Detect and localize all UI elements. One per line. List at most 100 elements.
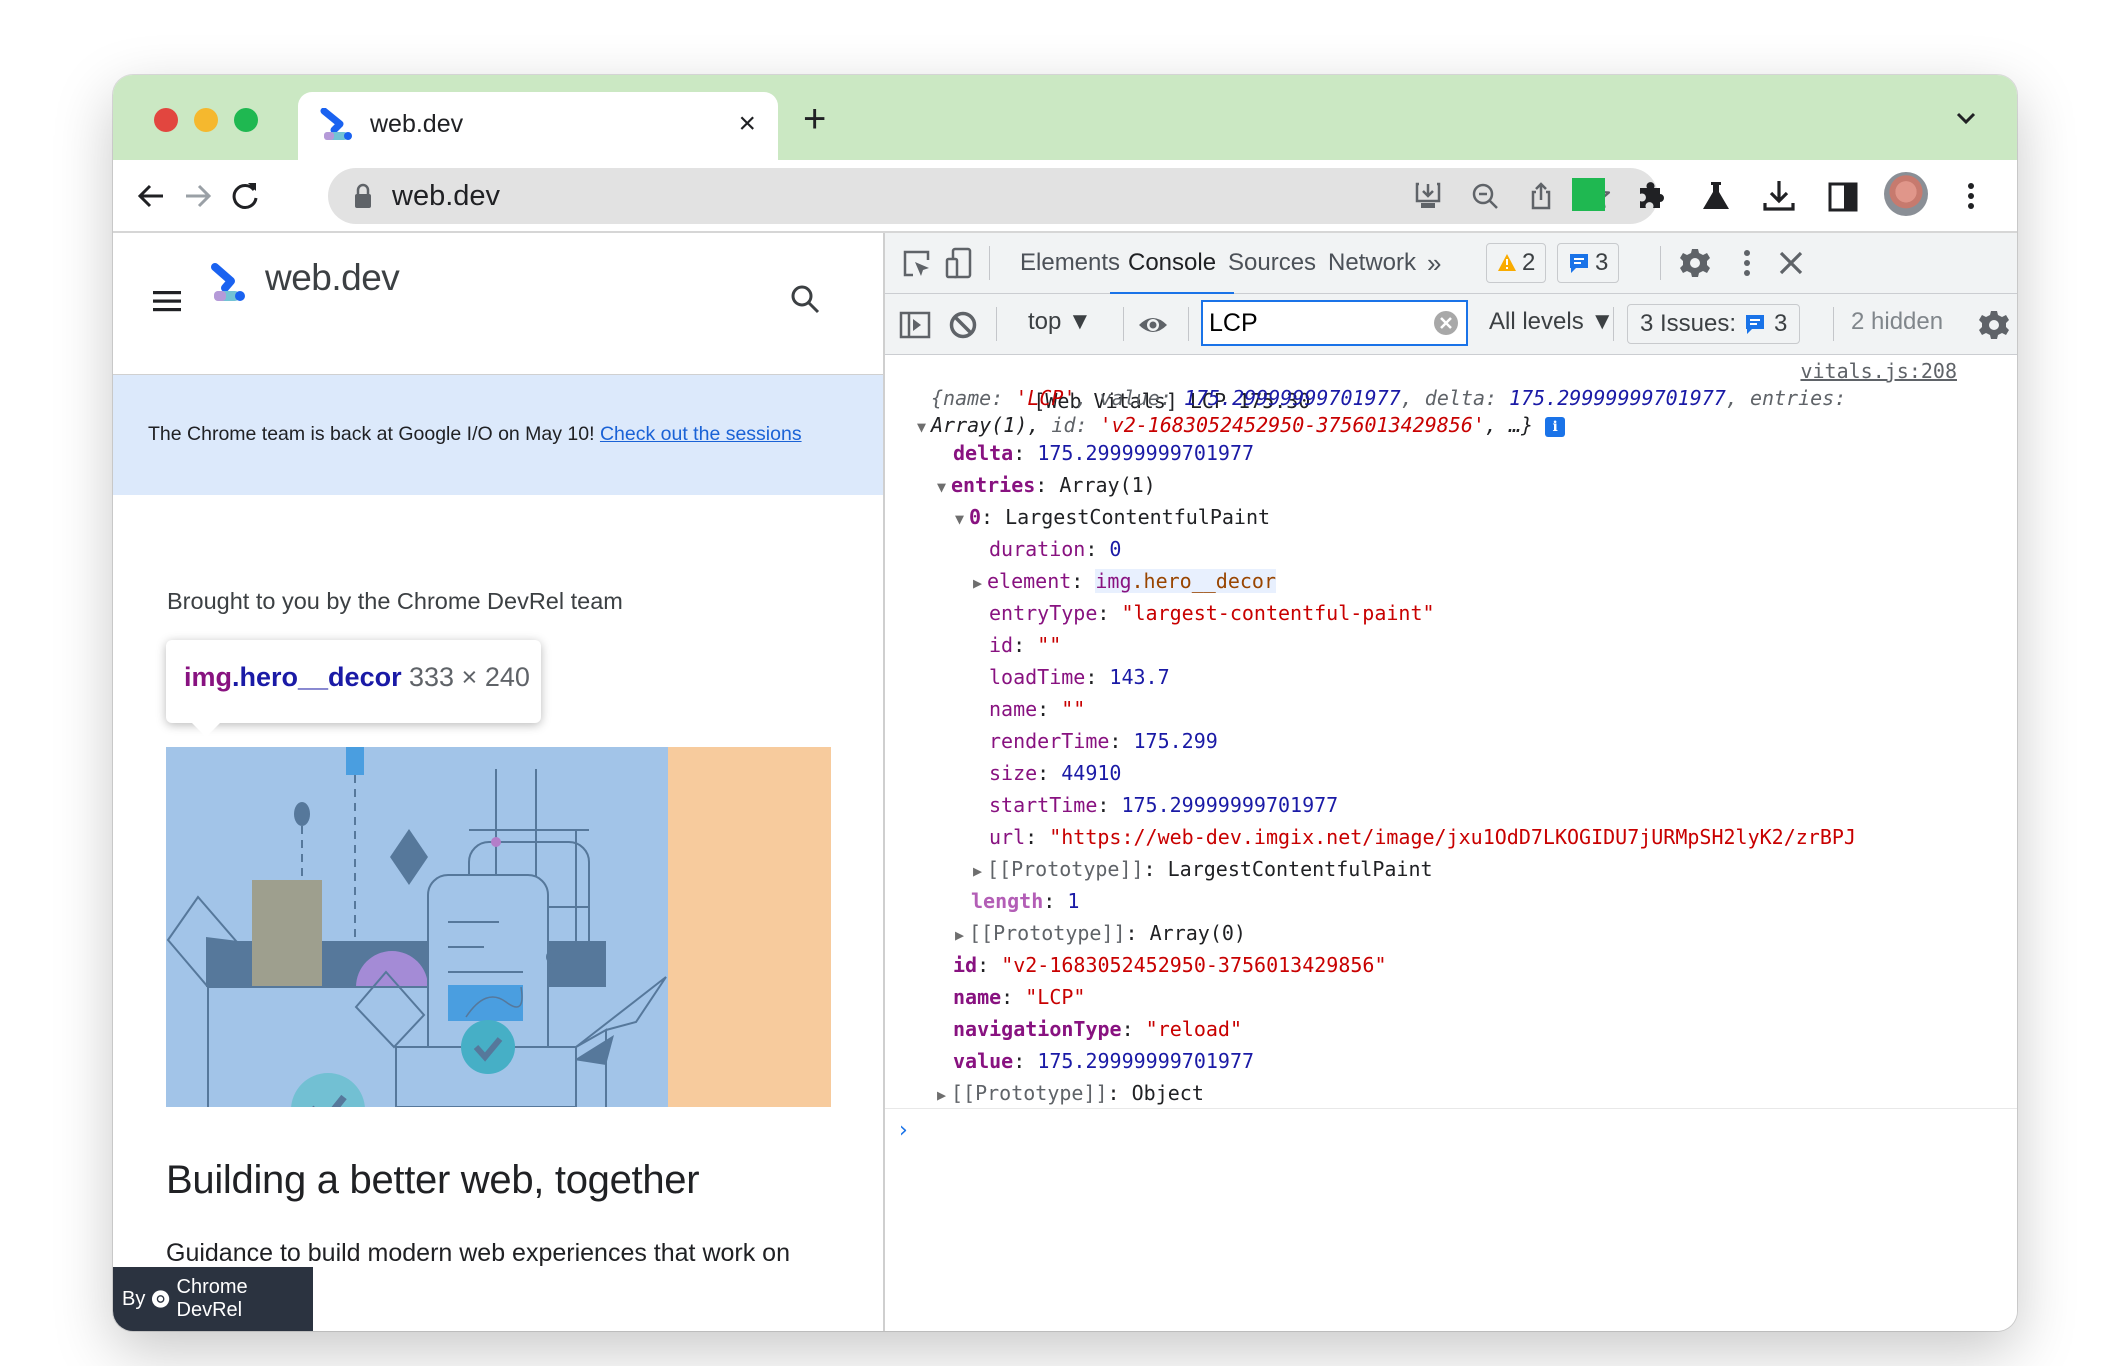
sessions-link[interactable]: Check out the sessions [600, 423, 802, 445]
browser-toolbar: web.dev [113, 160, 2017, 233]
tab-web-dev[interactable]: web.dev × [298, 92, 778, 160]
expand-triangle-icon[interactable]: ▶ [973, 856, 987, 886]
expand-triangle-icon[interactable]: ▼ [955, 504, 969, 534]
hero-headline: Building a better web, together [166, 1158, 700, 1202]
prop-top-id: id: "v2-1683052452950-3756013429856" [953, 953, 1387, 977]
downloads-icon[interactable] [1759, 176, 1799, 216]
issues-button[interactable]: 3 Issues: 3 [1627, 304, 1801, 344]
source-link[interactable]: vitals.js:208 [1800, 356, 1957, 386]
toolbar-divider [1123, 307, 1124, 341]
settings-gear-icon[interactable] [1679, 247, 1711, 279]
summary-key: value [1099, 386, 1160, 410]
prop-entrytype: entryType: "largest-contentful-paint" [989, 601, 1435, 625]
clear-console-icon[interactable] [947, 309, 979, 341]
toolbar-divider [1833, 307, 1834, 341]
warnings-count: 2 [1522, 249, 1536, 276]
info-icon[interactable]: i [1545, 416, 1566, 437]
labs-flask-icon[interactable] [1696, 176, 1736, 216]
close-devtools-icon[interactable] [1775, 247, 1807, 279]
console-divider [885, 1108, 2017, 1109]
element-node-link[interactable]: img.hero__decor [1095, 569, 1277, 593]
prop-loadtime: loadTime: 143.7 [989, 665, 1170, 689]
summary-key: entries [1749, 386, 1835, 410]
tab-network[interactable]: Network [1328, 233, 1416, 294]
prop-entry-prototype[interactable]: ▶ [[Prototype]]: LargestContentfulPaint [973, 854, 1433, 884]
site-header: web.dev [113, 233, 883, 375]
log-levels-dropdown[interactable]: All levels ▼ [1489, 308, 1614, 336]
extensions-puzzle-icon[interactable] [1632, 176, 1672, 216]
tab-close-icon[interactable]: × [738, 106, 756, 142]
install-app-icon[interactable] [1413, 181, 1443, 211]
share-icon[interactable] [1526, 181, 1556, 211]
console-prompt[interactable]: › [899, 1118, 908, 1143]
extension-green-icon[interactable] [1572, 178, 1605, 211]
summary-tail: , …} [1484, 413, 1534, 437]
tab-search-chevron-icon[interactable] [1951, 103, 1981, 133]
summary-value: Array(1) [931, 413, 1028, 437]
toolbar-divider [1660, 246, 1661, 280]
warnings-counter[interactable]: 2 [1486, 243, 1547, 283]
banner-text: The Chrome team is back at Google I/O on… [148, 423, 802, 446]
zoom-window-button[interactable] [234, 108, 258, 132]
devtools-panel: Elements Console Sources Network » 2 3 t… [883, 233, 2017, 1331]
console-filter-field[interactable] [1201, 300, 1468, 346]
minimize-window-button[interactable] [194, 108, 218, 132]
issues-count: 3 [1774, 310, 1788, 337]
new-tab-button[interactable]: + [803, 99, 826, 139]
search-icon[interactable] [789, 283, 821, 315]
tab-sources[interactable]: Sources [1228, 233, 1316, 294]
prop-element[interactable]: ▶ element: img.hero__decor [973, 566, 1277, 598]
prop-entries[interactable]: ▼ entries: Array(1) [937, 470, 1156, 500]
site-name[interactable]: web.dev [265, 257, 400, 299]
more-tabs-chevron-icon[interactable]: » [1427, 233, 1441, 294]
prop-array-prototype[interactable]: ▶ [[Prototype]]: Array(0) [955, 918, 1246, 948]
url-text[interactable]: web.dev [392, 180, 500, 213]
expand-triangle-icon[interactable]: ▼ [917, 412, 931, 442]
address-bar[interactable]: web.dev [328, 168, 1658, 224]
expand-triangle-icon[interactable]: ▶ [937, 1080, 951, 1110]
tooltip-class: .hero__decor [232, 662, 402, 692]
prop-name: name: "" [989, 697, 1086, 721]
console-output: [Web Vitals] LCP 175.30 vitals.js:208 {n… [885, 356, 2017, 1331]
console-filter-input[interactable] [1209, 306, 1429, 340]
prop-duration: duration: 0 [989, 537, 1122, 561]
hamburger-menu-icon[interactable] [153, 290, 181, 312]
messages-count: 3 [1595, 249, 1609, 276]
object-summary-line-1[interactable]: {name: 'LCP', value: 175.29999999701977,… [917, 383, 1846, 413]
credit-badge[interactable]: By Chrome DevRel [113, 1267, 313, 1331]
element-inspect-tooltip: img.hero__decor 333 × 240 [166, 640, 541, 737]
forward-icon[interactable] [180, 178, 216, 214]
prop-rendertime: renderTime: 175.299 [989, 729, 1218, 753]
reload-icon[interactable] [227, 178, 263, 214]
messages-counter[interactable]: 3 [1557, 243, 1620, 283]
device-toolbar-icon[interactable] [943, 247, 975, 279]
entry-0[interactable]: ▼ 0: LargestContentfulPaint [955, 502, 1270, 532]
summary-value: 'v2-1683052452950-3756013429856' [1099, 413, 1485, 437]
context-selector[interactable]: top ▼ [1028, 308, 1092, 336]
prop-object-prototype[interactable]: ▶ [[Prototype]]: Object [937, 1078, 1204, 1108]
hero-image[interactable] [166, 747, 831, 1107]
tab-console[interactable]: Console [1109, 233, 1235, 295]
console-settings-gear-icon[interactable] [1978, 309, 2010, 341]
prop-size: size: 44910 [989, 761, 1122, 785]
expand-triangle-icon[interactable]: ▶ [973, 568, 987, 598]
devtools-menu-kebab-icon[interactable] [1731, 247, 1763, 279]
expand-triangle-icon[interactable]: ▼ [937, 472, 951, 502]
menu-kebab-icon[interactable] [1951, 176, 1991, 216]
object-summary-line-2[interactable]: ▼ Array(1), id: 'v2-1683052452950-3756013… [917, 410, 1566, 442]
live-expression-eye-icon[interactable] [1137, 309, 1169, 341]
browser-window: web.dev × + web.dev web.dev The Chrome t… [113, 75, 2017, 1331]
zoom-out-icon[interactable] [1470, 181, 1500, 211]
clear-filter-icon[interactable] [1433, 310, 1459, 336]
inspect-element-icon[interactable] [901, 248, 933, 280]
expand-triangle-icon[interactable]: ▶ [955, 920, 969, 950]
close-window-button[interactable] [154, 108, 178, 132]
lock-icon[interactable] [352, 183, 374, 209]
profile-avatar[interactable] [1884, 172, 1928, 216]
tab-elements[interactable]: Elements [1020, 233, 1120, 294]
webdev-logo-icon[interactable] [210, 263, 246, 303]
show-sidebar-icon[interactable] [899, 309, 931, 341]
side-panel-icon[interactable] [1823, 176, 1863, 216]
prop-top-name: name: "LCP" [953, 985, 1086, 1009]
back-icon[interactable] [133, 178, 169, 214]
